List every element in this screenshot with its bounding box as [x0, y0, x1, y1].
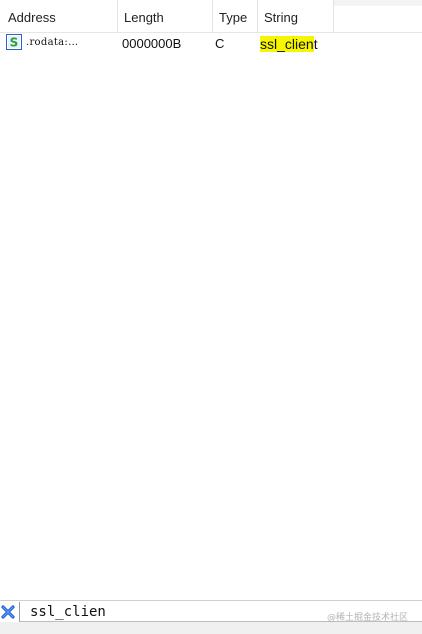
watermark-text: @稀土掘金技术社区 — [326, 613, 408, 623]
column-header-type[interactable]: Type — [213, 0, 258, 32]
string-remainder: t — [313, 36, 318, 52]
header-filler — [334, 0, 422, 6]
column-header-address[interactable]: Address — [0, 0, 118, 32]
quick-search-bar: @稀土掘金技术社区 — [0, 600, 422, 634]
address-text: .rodata:… — [26, 36, 79, 48]
search-bar-strip — [0, 622, 422, 634]
type-cell: C — [215, 36, 225, 51]
column-header-string[interactable]: String — [258, 0, 334, 32]
table-header: Address Length Type String — [0, 0, 422, 33]
length-cell: 0000000B — [122, 36, 182, 51]
address-cell: S .rodata:… — [6, 33, 116, 55]
string-cell: ssl_client — [260, 33, 410, 55]
string-s-icon: S — [6, 33, 22, 50]
svg-text:S: S — [10, 35, 19, 49]
string-match-highlight: ssl_clien — [260, 36, 314, 52]
table-row[interactable]: S .rodata:… 0000000B C ssl_client — [0, 33, 422, 55]
strings-window: Address Length Type String S .rodata:… 0… — [0, 0, 422, 634]
strings-table: S .rodata:… 0000000B C ssl_client — [0, 33, 422, 55]
column-header-length[interactable]: Length — [118, 0, 213, 32]
close-search-icon[interactable] — [1, 605, 15, 619]
